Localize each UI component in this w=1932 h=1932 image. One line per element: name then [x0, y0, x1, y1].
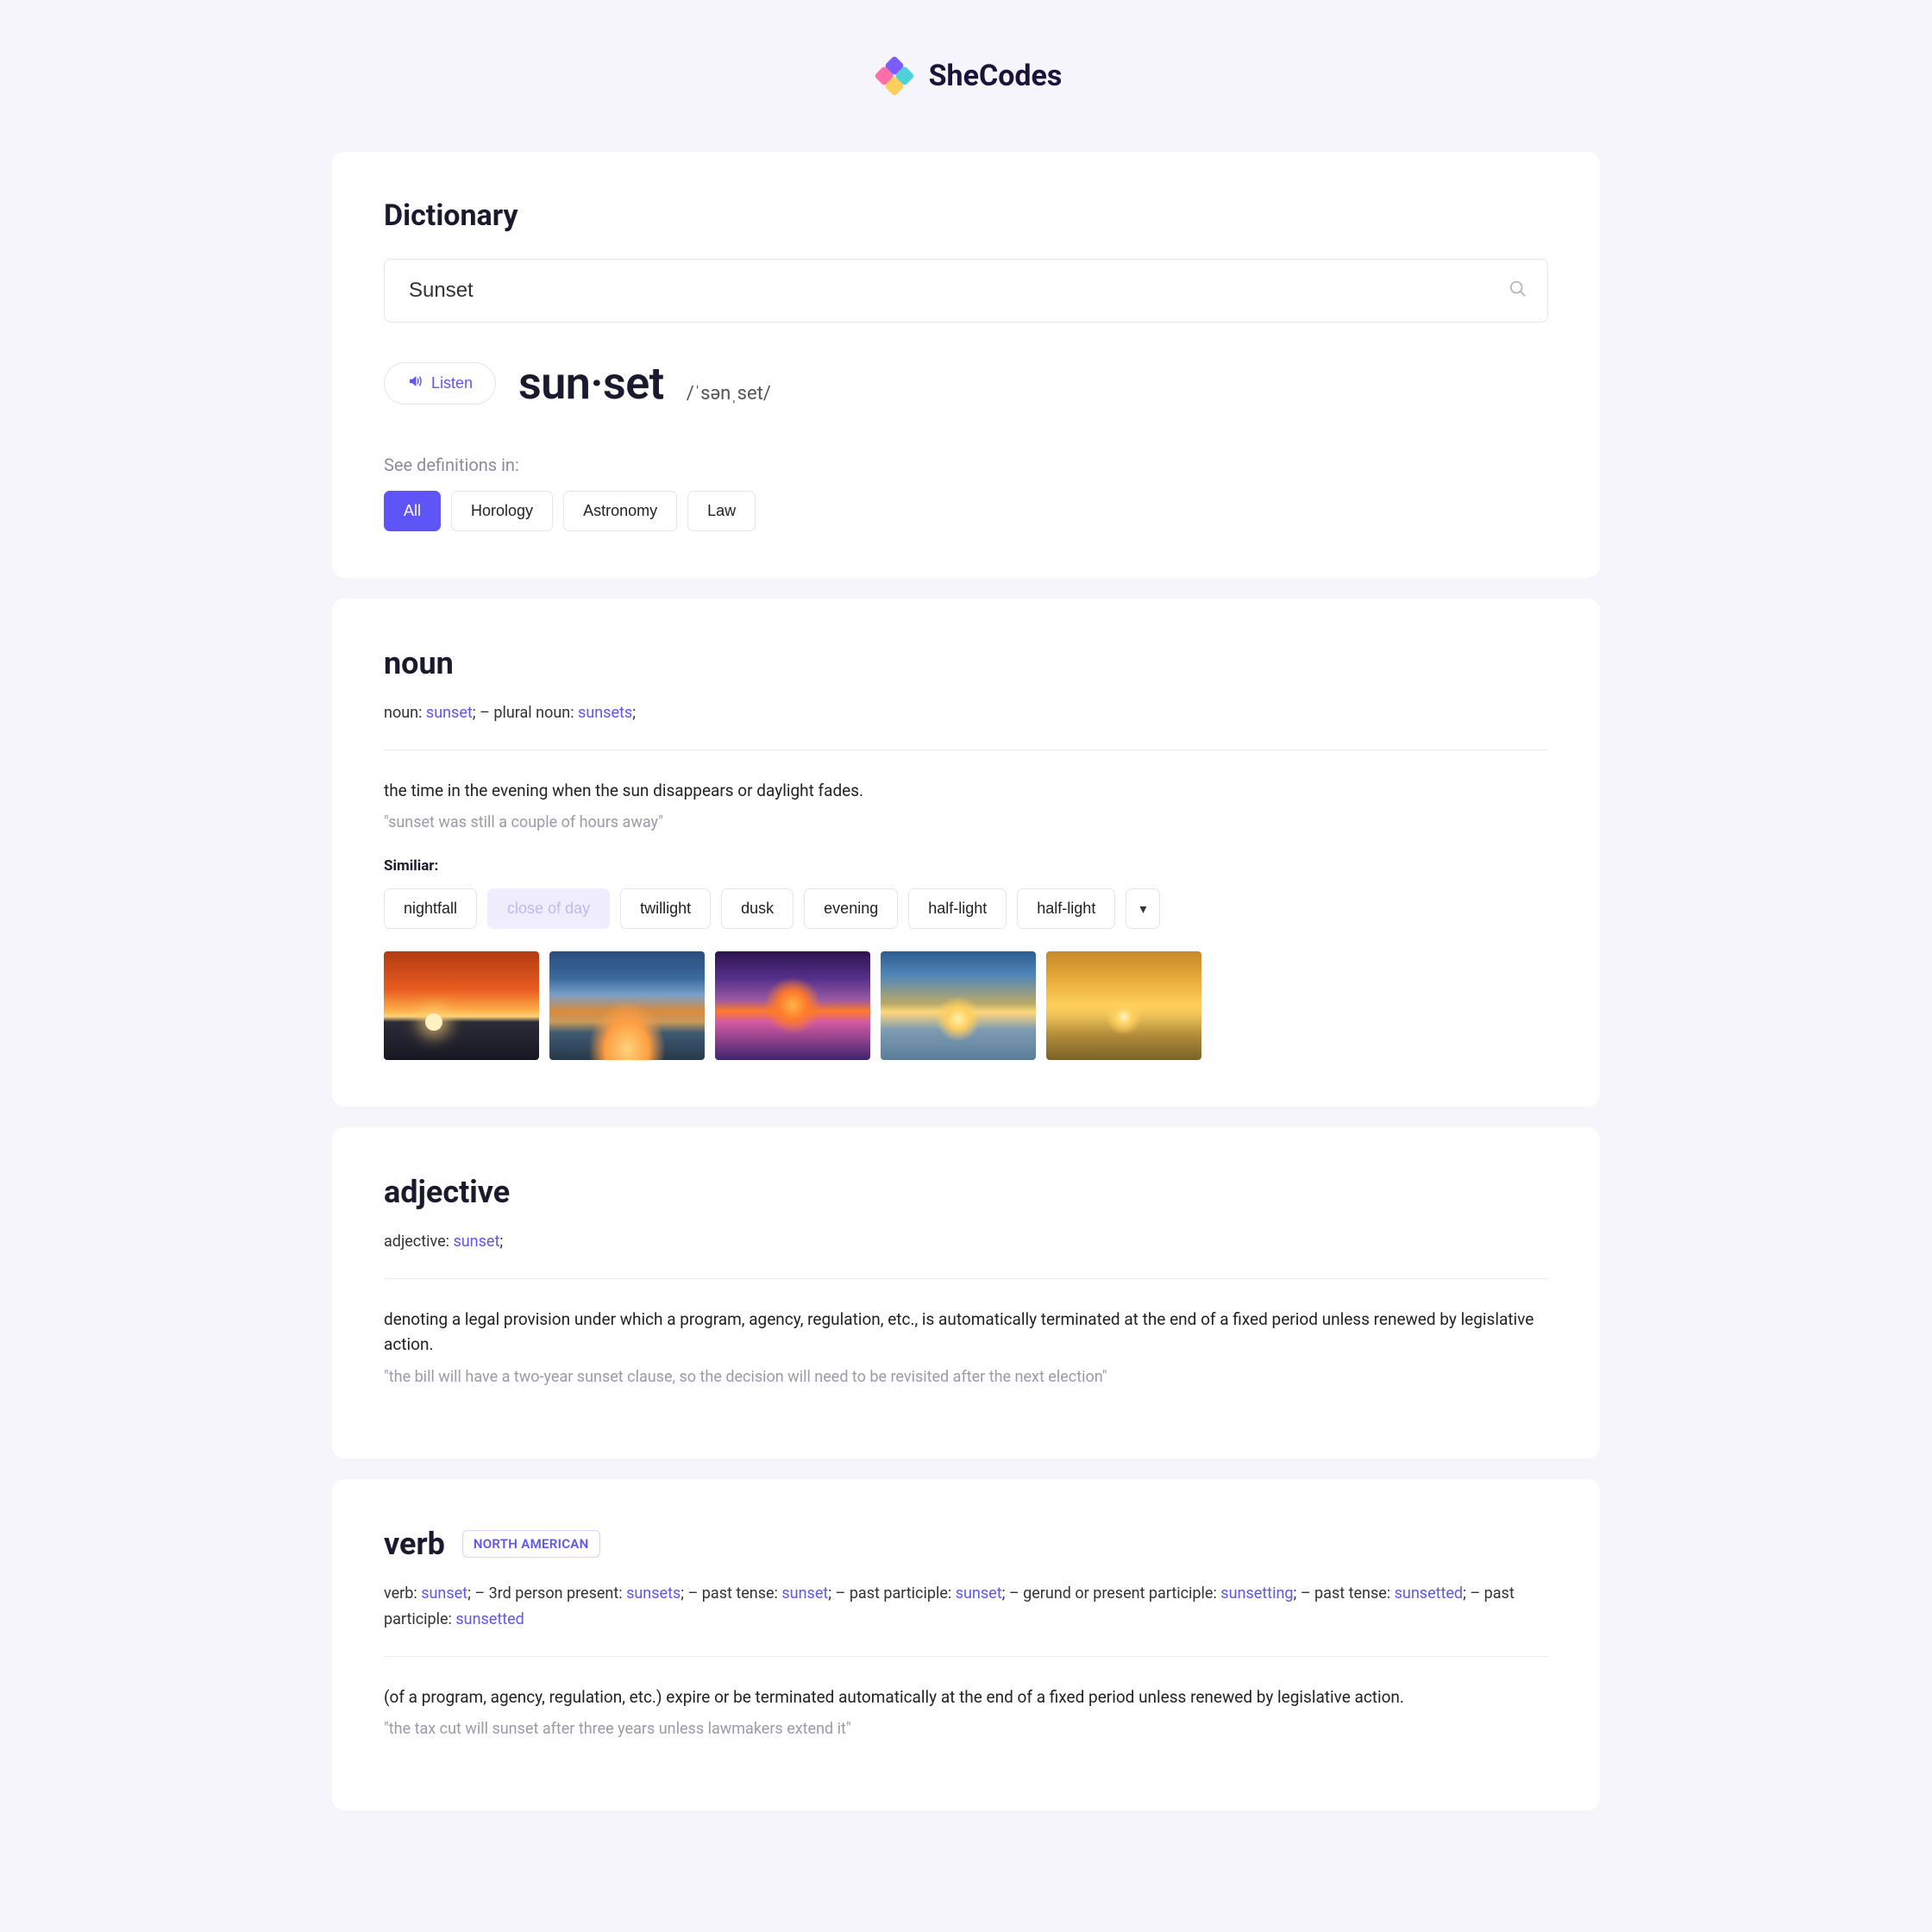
listen-label: Listen [431, 374, 473, 392]
pos-title: adjective [384, 1174, 1548, 1210]
category-pill-law[interactable]: Law [687, 491, 756, 531]
similar-row: nightfallclose of daytwillightduskevenin… [384, 888, 1548, 929]
forms-line: adjective: sunset; [384, 1229, 1548, 1256]
pos-title: verb NORTH AMERICAN [384, 1526, 1548, 1562]
example-text: "sunset was still a couple of hours away… [384, 813, 1548, 831]
category-pill-all[interactable]: All [384, 491, 441, 531]
pos-label: verb [384, 1526, 445, 1562]
similar-pill[interactable]: close of day [487, 888, 610, 929]
similar-pill[interactable]: evening [804, 888, 898, 929]
image-row [384, 951, 1548, 1060]
expand-similar-button[interactable]: ▾ [1126, 888, 1160, 929]
similar-pill[interactable]: nightfall [384, 888, 477, 929]
pos-label: noun [384, 645, 454, 681]
forms-line: noun: sunset; – plural noun: sunsets; [384, 700, 1548, 727]
result-image[interactable] [715, 951, 870, 1060]
headline-row: Listen sun·set /ˈsənˌset/ [384, 357, 1548, 410]
see-definitions-label: See definitions in: [384, 455, 1548, 475]
definition-text: denoting a legal provision under which a… [384, 1307, 1548, 1358]
brand-logo-icon [870, 52, 919, 100]
similar-pill[interactable]: half-light [1017, 888, 1115, 929]
chevron-down-icon: ▾ [1139, 900, 1146, 918]
definition-text: the time in the evening when the sun dis… [384, 778, 1548, 803]
example-text: "the tax cut will sunset after three yea… [384, 1720, 1548, 1738]
region-badge: NORTH AMERICAN [462, 1530, 600, 1558]
page-title: Dictionary [384, 198, 1548, 233]
pos-title: noun [384, 645, 1548, 681]
brand-name: SheCodes [929, 59, 1063, 93]
listen-button[interactable]: Listen [384, 362, 496, 405]
search-card: Dictionary Listen sun·set [332, 152, 1600, 578]
divider [384, 1656, 1548, 1657]
result-image[interactable] [881, 951, 1036, 1060]
result-image[interactable] [384, 951, 539, 1060]
similar-pill[interactable]: dusk [721, 888, 794, 929]
word-headline: sun·set [518, 357, 664, 410]
phonetic: /ˈsənˌset/ [687, 382, 771, 410]
search-input[interactable] [384, 259, 1548, 323]
forms-line: verb: sunset; – 3rd person present: suns… [384, 1581, 1548, 1634]
search-wrap [384, 259, 1548, 323]
example-text: "the bill will have a two-year sunset cl… [384, 1368, 1548, 1386]
similar-pill[interactable]: twillight [620, 888, 711, 929]
similar-label: Similiar: [384, 857, 1548, 875]
entry-card-adjective: adjective adjective: sunset; denoting a le… [332, 1127, 1600, 1458]
result-image[interactable] [1046, 951, 1201, 1060]
search-icon[interactable] [1509, 279, 1527, 302]
definition-text: (of a program, agency, regulation, etc.)… [384, 1684, 1548, 1709]
divider [384, 1278, 1548, 1279]
pos-label: adjective [384, 1174, 510, 1210]
similar-pill[interactable]: half-light [908, 888, 1007, 929]
category-pill-astronomy[interactable]: Astronomy [563, 491, 677, 531]
entry-card-verb: verb NORTH AMERICAN verb: sunset; – 3rd pe… [332, 1479, 1600, 1811]
category-row: AllHorologyAstronomyLaw [384, 491, 1548, 531]
category-pill-horology[interactable]: Horology [451, 491, 553, 531]
result-image[interactable] [549, 951, 705, 1060]
brand-header: SheCodes [332, 52, 1600, 100]
speaker-icon [407, 373, 423, 393]
entry-card-noun: noun noun: sunset; – plural noun: sunsets… [332, 599, 1600, 1107]
